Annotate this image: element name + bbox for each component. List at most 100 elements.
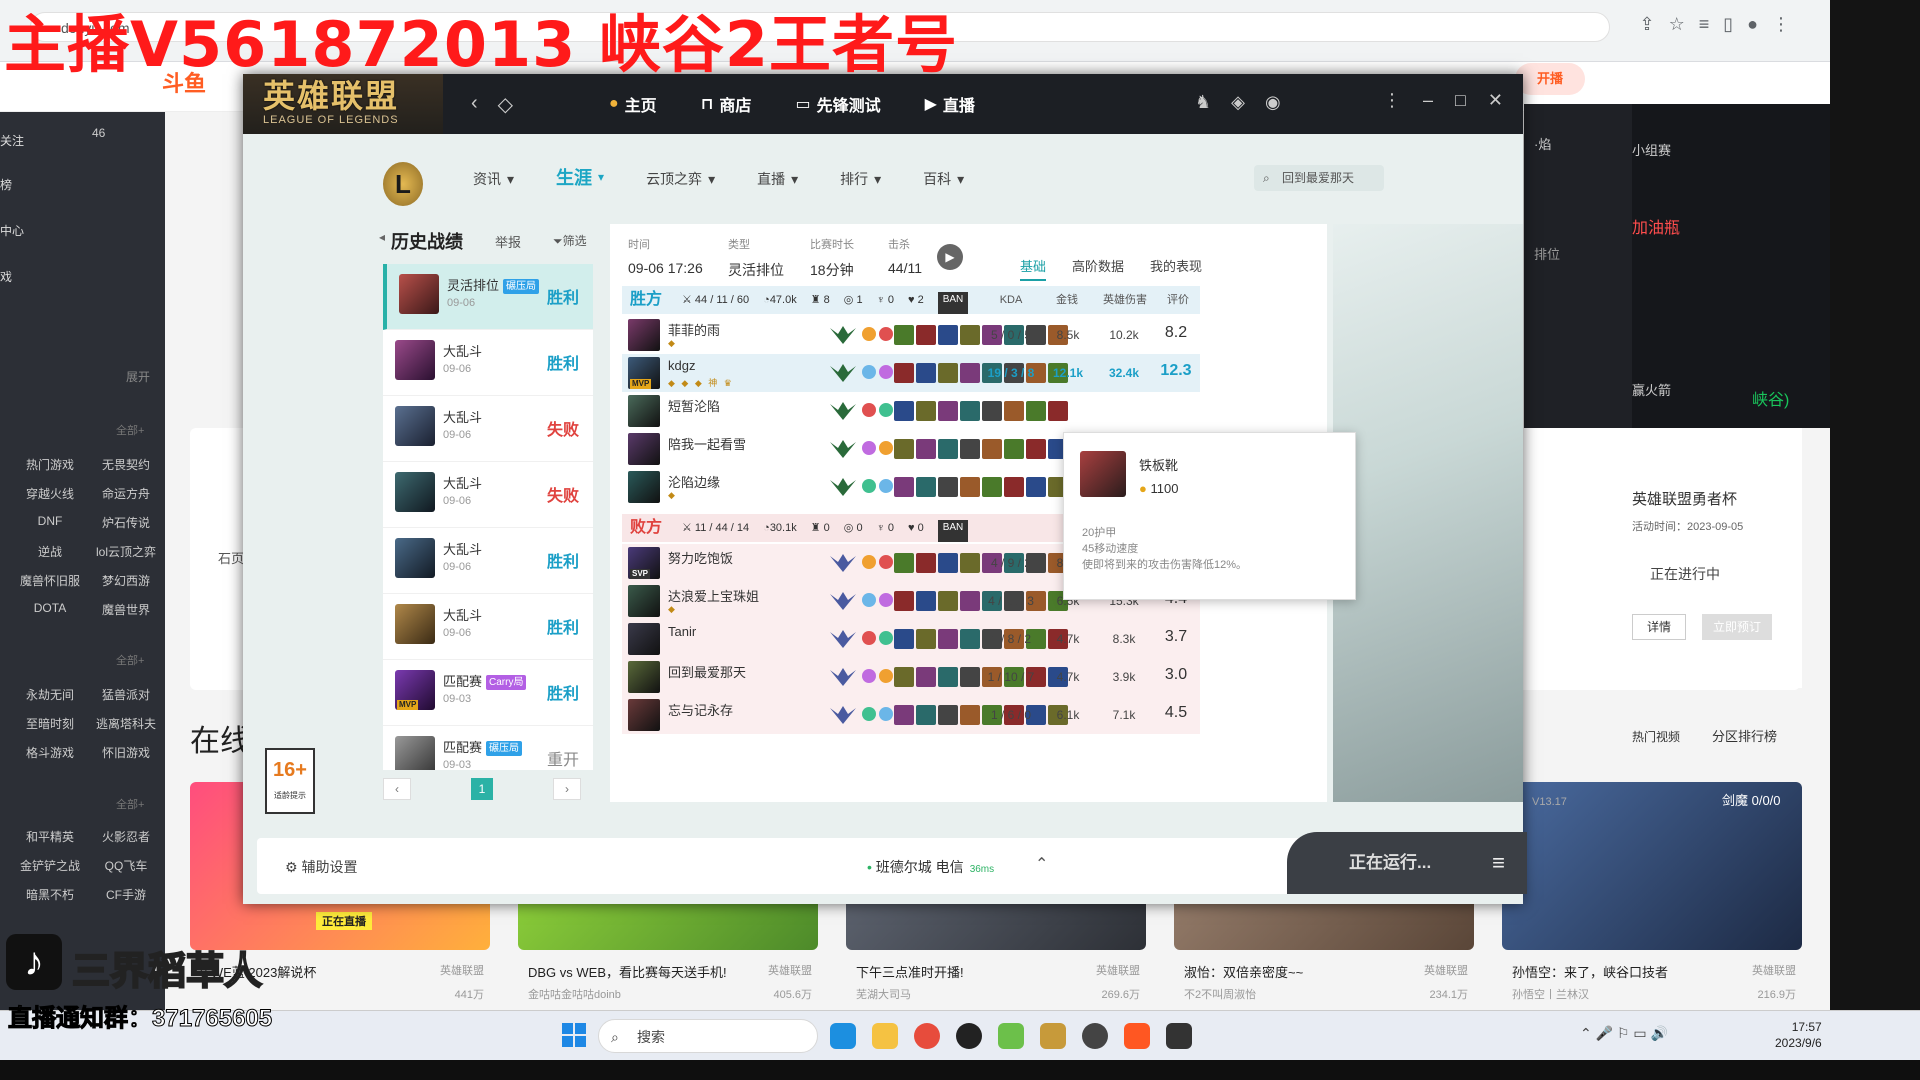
subnav-tft[interactable]: 云顶之弈 ▾ [646, 168, 715, 190]
clock[interactable]: 17:57 2023/9/6 [1775, 1019, 1822, 1051]
assist-settings-button[interactable]: ⚙ 辅助设置 [285, 857, 357, 877]
region-rank-link[interactable]: 分区排行榜 [1712, 726, 1777, 745]
expand-link[interactable]: 展开 [126, 368, 150, 385]
replay-play-icon[interactable]: ▶ [937, 244, 963, 270]
app-icon[interactable] [1082, 1023, 1108, 1049]
report-button[interactable]: 举报 [495, 232, 521, 251]
book-button[interactable]: 立即预订 [1702, 614, 1772, 640]
item-icon[interactable] [1026, 439, 1046, 459]
tab-advanced[interactable]: 高阶数据 [1072, 256, 1124, 281]
item-icon[interactable] [916, 363, 936, 383]
item-icon[interactable] [938, 553, 958, 573]
folder-icon[interactable] [872, 1023, 898, 1049]
player-row[interactable]: 回到最爱那天 1 / 10 / 7 4.7k 3.9k 3.0 [622, 658, 1200, 696]
ban-chip[interactable]: BAN [937, 520, 969, 542]
tray-icons[interactable]: ⌃ 🎤 ⚐ ▭ 🔊 [1580, 1025, 1668, 1042]
game-link[interactable]: 热门游戏 [12, 456, 88, 473]
collapse-icon[interactable]: ◂ [379, 230, 385, 244]
close-icon[interactable]: ✕ [1488, 90, 1503, 111]
item-icon[interactable] [960, 477, 980, 497]
item-icon[interactable] [960, 591, 980, 611]
star-icon[interactable]: ☆ [1669, 14, 1685, 35]
voice-icon[interactable]: ◈ [1231, 92, 1245, 113]
start-live-button[interactable]: 开播 [1515, 63, 1585, 95]
champion-avatar[interactable] [628, 699, 660, 731]
sidebar-item-rank[interactable]: 榜 [0, 176, 12, 193]
item-icon[interactable] [916, 591, 936, 611]
match-item[interactable]: 大乱斗 09-06 胜利 [383, 330, 593, 396]
item-icon[interactable] [960, 363, 980, 383]
item-icon[interactable] [982, 401, 1002, 421]
game-link[interactable]: 逃离塔科夫 [88, 715, 164, 732]
player-name[interactable]: 忘与记永存 [668, 700, 733, 719]
item-icon[interactable] [960, 401, 980, 421]
item-icon[interactable] [960, 439, 980, 459]
diamond-icon[interactable]: ◇ [498, 92, 513, 117]
profile-icon[interactable]: ● [1747, 14, 1758, 35]
item-icon[interactable] [1026, 401, 1046, 421]
game-link[interactable]: DNF [12, 514, 88, 531]
match-item[interactable]: 大乱斗 09-06 胜利 [383, 528, 593, 594]
lol-taskbar-icon[interactable] [1040, 1023, 1066, 1049]
chevron-up-icon[interactable]: ⌃ [1035, 854, 1048, 874]
subnav-news[interactable]: 资讯 ▾ [473, 168, 514, 190]
item-icon[interactable] [938, 667, 958, 687]
game-link[interactable]: 穿越火线 [12, 485, 88, 502]
champion-avatar[interactable] [628, 395, 660, 427]
edge-icon[interactable] [830, 1023, 856, 1049]
game-link[interactable]: 魔兽怀旧服 [12, 572, 88, 589]
tab-my-performance[interactable]: 我的表现 [1150, 256, 1202, 281]
game-link[interactable]: 火影忍者 [88, 828, 164, 845]
item-icon[interactable] [938, 363, 958, 383]
item-icon[interactable] [938, 325, 958, 345]
game-link[interactable]: 永劫无间 [12, 686, 88, 703]
game-link[interactable]: lol云顶之弈 [88, 543, 164, 560]
sidebar-item-center[interactable]: 中心 [0, 222, 24, 239]
game-link[interactable]: 梦幻西游 [88, 572, 164, 589]
game-link[interactable]: CF手游 [88, 886, 164, 903]
match-item[interactable]: 匹配赛 碾压局 09-03 重开 [383, 726, 593, 770]
game-link[interactable]: 格斗游戏 [12, 744, 88, 761]
item-icon[interactable] [894, 401, 914, 421]
col-gold[interactable]: 金钱 [1040, 286, 1094, 314]
video-title[interactable]: 孙悟空：来了，峡谷口技者 [1512, 962, 1668, 981]
player-row[interactable]: 短暂沦陷 [622, 392, 1200, 430]
col-damage[interactable]: 英雄伤害 [1094, 286, 1156, 314]
item-icon[interactable] [1004, 401, 1024, 421]
chrome-icon[interactable] [914, 1023, 940, 1049]
item-icon[interactable] [1026, 477, 1046, 497]
item-icon[interactable] [894, 363, 914, 383]
match-item[interactable]: MVP 匹配赛 Carry局 09-03 胜利 [383, 660, 593, 726]
item-icon[interactable] [1048, 401, 1068, 421]
player-row[interactable]: 菲菲的雨 ◆ 5 / 0 / 5 8.5k 10.2k 8.2 [622, 316, 1200, 354]
video-card[interactable]: 剑魔 0/0/0 V13.17 孙悟空：来了，峡谷口技者 英雄联盟 孙悟空丨兰林… [1502, 782, 1802, 1012]
nav-home[interactable]: ● 主页 [609, 92, 657, 116]
subnav-wiki[interactable]: 百科 ▾ [923, 168, 964, 190]
player-name[interactable]: 回到最爱那天 [668, 662, 746, 681]
app-icon[interactable] [998, 1023, 1024, 1049]
video-author[interactable]: 不2不叫周淑怡 [1184, 986, 1256, 1002]
item-icon[interactable] [938, 591, 958, 611]
server-status[interactable]: • 班德尔城 电信 36ms [867, 857, 994, 877]
match-item[interactable]: 大乱斗 09-06 胜利 [383, 594, 593, 660]
item-icon[interactable] [916, 439, 936, 459]
minimize-icon[interactable]: – [1423, 90, 1433, 111]
game-link[interactable]: 金铲铲之战 [12, 857, 88, 874]
col-score[interactable]: 评价 [1156, 286, 1200, 314]
item-icon[interactable] [982, 477, 1002, 497]
champion-avatar[interactable] [628, 623, 660, 655]
col-kda[interactable]: KDA [982, 286, 1040, 314]
boot-icon[interactable]: ♞ [1195, 92, 1211, 113]
item-icon[interactable] [982, 439, 1002, 459]
item-icon[interactable] [894, 439, 914, 459]
maximize-icon[interactable]: □ [1455, 90, 1466, 111]
player-name[interactable]: 陪我一起看雪 [668, 434, 746, 453]
item-icon[interactable] [1004, 439, 1024, 459]
game-link[interactable]: 猛兽派对 [88, 686, 164, 703]
sidebar-item-follow[interactable]: 关注 [0, 132, 24, 149]
app-icon[interactable] [1124, 1023, 1150, 1049]
game-link[interactable]: 魔兽世界 [88, 601, 164, 618]
subnav-career[interactable]: 生涯 ▾ [556, 164, 604, 190]
avatar[interactable]: ◉ [1265, 92, 1281, 113]
game-link[interactable]: 暗黑不朽 [12, 886, 88, 903]
